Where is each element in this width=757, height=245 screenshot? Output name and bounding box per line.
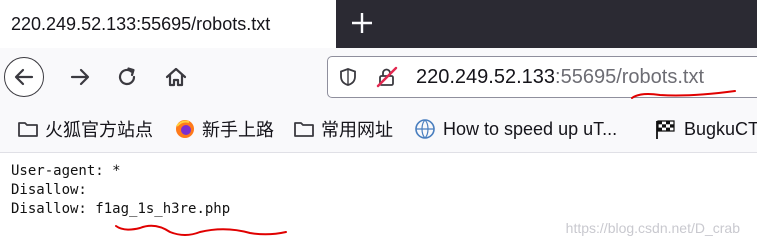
bookmark-folder-official[interactable]: 火狐官方站点 xyxy=(17,116,153,142)
insecure-lock-icon[interactable] xyxy=(376,66,398,88)
arrow-left-icon xyxy=(14,68,34,86)
bookmark-folder-common[interactable]: 常用网址 xyxy=(293,116,393,142)
globe-icon xyxy=(415,119,435,139)
bookmarks-toolbar: 火狐官方站点 新手上路 常用网址 How to speed up uT... B… xyxy=(0,106,757,153)
plus-icon xyxy=(352,13,372,33)
navigation-toolbar: 220.249.52.133:55695/robots.txt xyxy=(0,48,757,106)
url-path: /robots.txt xyxy=(616,66,705,88)
address-bar[interactable]: 220.249.52.133:55695/robots.txt xyxy=(327,56,757,98)
forward-button[interactable] xyxy=(60,57,100,97)
disallow-prefix: Disallow: xyxy=(11,201,96,217)
reload-button[interactable] xyxy=(107,57,147,97)
bookmark-label: 常用网址 xyxy=(321,120,393,140)
bookmark-label: BugkuCT xyxy=(684,118,757,139)
folder-icon xyxy=(294,122,314,137)
bookmark-label: How to speed up uT... xyxy=(443,118,618,139)
folder-icon xyxy=(18,122,38,137)
url-port: :55695 xyxy=(555,66,617,88)
tab-title: 220.249.52.133:55695/robots.txt xyxy=(11,13,271,34)
arrow-right-icon xyxy=(70,68,90,86)
tab-strip: 220.249.52.133:55695/robots.txt xyxy=(0,0,757,48)
robots-txt-content: User-agent: * Disallow: Disallow: f1ag_1s_… xyxy=(11,162,230,219)
bookmark-label: 火狐官方站点 xyxy=(45,120,153,140)
firefox-icon xyxy=(176,120,194,138)
new-tab-button[interactable] xyxy=(348,9,376,37)
checkered-flag-icon xyxy=(656,120,675,139)
robots-line-disallow-empty: Disallow: xyxy=(11,182,87,198)
filename-underline xyxy=(115,224,287,236)
shield-icon[interactable] xyxy=(338,67,358,87)
tab-robots[interactable]: 220.249.52.133:55695/robots.txt xyxy=(0,0,336,48)
robots-line-disallow-file: Disallow: f1ag_1s_h3re.php xyxy=(11,200,230,219)
url-host: 220.249.52.133 xyxy=(416,66,556,88)
back-button[interactable] xyxy=(4,57,44,97)
bookmark-bugku[interactable]: BugkuCT xyxy=(654,116,757,142)
home-button[interactable] xyxy=(156,57,196,97)
bookmark-speed-up[interactable]: How to speed up uT... xyxy=(413,116,617,142)
bookmark-getting-started[interactable]: 新手上路 xyxy=(174,116,274,142)
reload-icon xyxy=(118,67,136,86)
robots-line-user-agent: User-agent: * xyxy=(11,163,121,179)
bookmark-label: 新手上路 xyxy=(202,120,274,140)
watermark: https://blog.csdn.net/D_crab xyxy=(565,220,740,236)
url-text[interactable]: 220.249.52.133:55695/robots.txt xyxy=(416,66,704,89)
home-icon xyxy=(165,67,187,87)
disallowed-filename: f1ag_1s_h3re.php xyxy=(95,201,231,217)
